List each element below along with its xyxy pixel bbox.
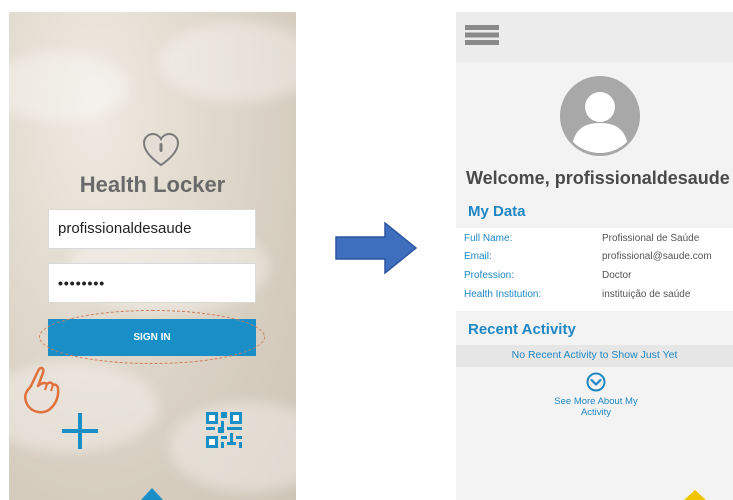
menu-icon[interactable] xyxy=(465,25,499,45)
see-more-line-2: Activity xyxy=(580,407,612,418)
my-data-title: My Data xyxy=(468,203,526,220)
full-name-label: Full Name: xyxy=(464,233,513,244)
bottom-indicator-icon xyxy=(141,488,163,500)
password-input[interactable]: •••••••• xyxy=(48,263,256,303)
hand-pointer-icon xyxy=(24,366,60,414)
flow-arrow-icon xyxy=(335,222,417,274)
full-name-value: Profissional de Saúde xyxy=(602,233,700,244)
recent-activity-empty-text: No Recent Activity to Show Just Yet xyxy=(511,349,678,361)
yellow-indicator-icon xyxy=(684,490,706,500)
health-institution-label: Health Institution: xyxy=(464,289,542,300)
app-title: Health Locker xyxy=(79,172,226,197)
sign-in-highlight xyxy=(39,310,265,364)
heart-lock-icon xyxy=(142,132,180,167)
profession-label: Profession: xyxy=(464,270,515,281)
username-input[interactable]: profissionaldesaude xyxy=(48,209,256,249)
login-screen: Health Locker profissionaldesaude ••••••… xyxy=(9,12,296,500)
email-label: Email: xyxy=(464,251,492,262)
welcome-heading: Welcome, profissionaldesaude xyxy=(466,168,730,188)
profession-value: Doctor xyxy=(602,270,632,281)
see-more-activity-link[interactable]: See More About My Activity xyxy=(526,396,666,418)
recent-activity-title: Recent Activity xyxy=(468,321,576,338)
profile-screen: Welcome, profissionaldesaude My Data Ful… xyxy=(456,12,733,500)
add-plus-icon[interactable] xyxy=(60,411,100,451)
see-more-line-1: See More About My xyxy=(554,396,638,407)
qr-code-icon[interactable] xyxy=(206,412,242,448)
health-institution-value: instituição de saúde xyxy=(602,289,691,300)
chevron-down-circle-icon[interactable] xyxy=(586,372,606,392)
email-value: profissional@saude.com xyxy=(602,251,712,262)
avatar-icon xyxy=(560,76,640,156)
